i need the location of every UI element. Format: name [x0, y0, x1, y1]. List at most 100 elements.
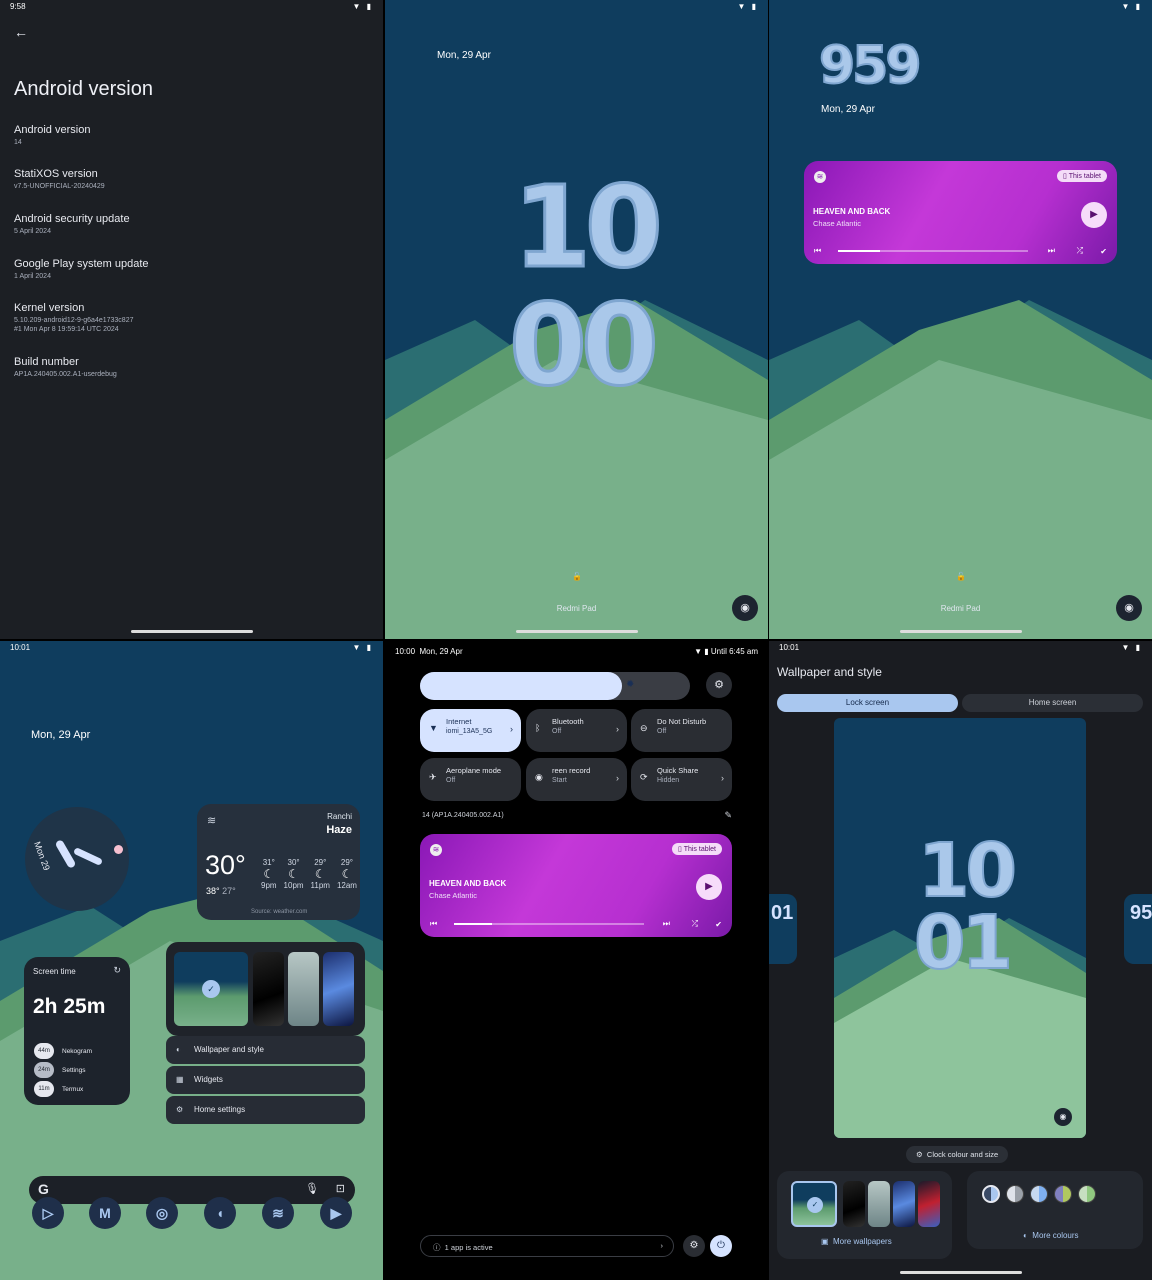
output-chip-label: This tablet — [1068, 173, 1101, 180]
seek-bar-progress — [838, 250, 880, 252]
setting-kernel-version[interactable]: Kernel version 5.10.209-android12-9-g6a4… — [14, 302, 134, 334]
play-store-icon[interactable]: ▷ — [32, 1197, 64, 1229]
android-version-screen: 9:58 ▼ ▮ ← Android version Android versi… — [0, 0, 383, 639]
app-usage-row: 44m Nekogram — [34, 1043, 92, 1059]
tile-do-not-disturb[interactable]: ⊖ Do Not Disturb Off — [631, 709, 732, 752]
palette-icon: ◐ — [1023, 1231, 1028, 1240]
preview-clock-hour: 10 — [917, 828, 1018, 914]
tile-label: Quick Share — [657, 766, 699, 775]
check-icon[interactable]: ✔ — [715, 920, 722, 929]
edit-icon[interactable]: ✎ — [724, 810, 732, 821]
check-icon[interactable]: ✔ — [1100, 247, 1107, 256]
brightness-slider[interactable]: ✹ — [420, 672, 690, 700]
seek-bar[interactable] — [454, 923, 644, 925]
setting-title: StatiXOS version — [14, 168, 98, 180]
wallpaper-thumb[interactable] — [253, 952, 284, 1026]
lock-screen: ▼ ▮ Mon, 29 Apr 10 00 🔓 Redmi Pad ◉ — [385, 0, 768, 639]
chevron-right-icon: › — [721, 773, 724, 783]
more-wallpapers-link[interactable]: ▣ More wallpapers — [821, 1237, 892, 1246]
active-apps-button[interactable]: ⓘ 1 app is active › — [420, 1235, 674, 1257]
colour-swatch[interactable] — [1078, 1185, 1096, 1203]
colour-swatch[interactable] — [1054, 1185, 1072, 1203]
clock-colour-size-button[interactable]: ⚙ Clock colour and size — [906, 1146, 1009, 1163]
tile-label: Internet — [446, 717, 472, 726]
wallpaper-thumb[interactable] — [843, 1181, 865, 1227]
colour-swatch[interactable] — [1006, 1185, 1024, 1203]
lock-screen-preview[interactable]: 10 01 ◉ — [834, 718, 1086, 1138]
seek-bar[interactable] — [838, 250, 1028, 252]
weather-widget[interactable]: ≋ Ranchi Haze 30° 38° 27° 31° ☾ 9pm 30° ☾ 10… — [197, 804, 360, 920]
tile-bluetooth[interactable]: ᛒ Bluetooth Off › — [526, 709, 627, 752]
camera-icon[interactable]: ◉ — [1116, 595, 1142, 621]
youtube-icon[interactable]: ▶ — [320, 1197, 352, 1229]
refresh-icon[interactable]: ↻ — [113, 965, 121, 976]
tile-state: Start — [552, 777, 567, 784]
output-chip[interactable]: ▯ This tablet — [1057, 170, 1107, 182]
widgets-item[interactable]: ▦ Widgets — [166, 1066, 365, 1094]
current-wallpaper-thumb[interactable]: ✓ — [174, 952, 248, 1026]
wallpaper-thumb[interactable] — [893, 1181, 915, 1227]
next-icon[interactable]: ⏭ — [1048, 246, 1055, 256]
output-chip[interactable]: ▯ This tablet — [672, 843, 722, 855]
setting-play-system-update[interactable]: Google Play system update 1 April 2024 — [14, 258, 149, 281]
gmail-icon[interactable]: M — [89, 1197, 121, 1229]
settings-gear-icon[interactable]: ⚙ — [683, 1235, 705, 1257]
current-wallpaper-thumb[interactable]: ✓ — [791, 1181, 837, 1227]
lens-icon[interactable]: ⊡ — [336, 1182, 345, 1195]
build-number[interactable]: 14 (AP1A.240405.002.A1) — [422, 812, 504, 819]
setting-build-number[interactable]: Build number AP1A.240405.002.A1-userdebu… — [14, 356, 117, 379]
media-player-card[interactable]: ≋ ▯ This tablet HEAVEN AND BACK Chase At… — [420, 834, 732, 937]
more-colours-link[interactable]: ◐ More colours — [1023, 1231, 1079, 1240]
screen-time-widget[interactable]: Screen time ↻ 2h 25m 44m Nekogram 24m Sett… — [24, 957, 130, 1105]
wallpaper-and-style-item[interactable]: ◐ Wallpaper and style — [166, 1036, 365, 1064]
gesture-bar[interactable] — [899, 630, 1022, 633]
artist-name: Chase Atlantic — [429, 891, 477, 900]
forecast-temp: 29° — [340, 858, 354, 867]
wallpaper-thumb[interactable] — [918, 1181, 940, 1227]
spotify-icon[interactable]: ≋ — [262, 1197, 294, 1229]
colour-swatch[interactable] — [1030, 1185, 1048, 1203]
clock-style-previous[interactable]: 01 — [769, 894, 797, 964]
chrome-icon[interactable]: ◎ — [146, 1197, 178, 1229]
gesture-bar[interactable] — [899, 1271, 1022, 1274]
app-usage-list: 44m Nekogram 24m Settings 11m Termux — [34, 1043, 92, 1097]
quick-settings-panel: 10:00 Mon, 29 Apr ▼ ▮ Until 6:45 am ✹ ⚙ … — [385, 641, 768, 1280]
tile-screen-record[interactable]: ◉ reen record Start › — [526, 758, 627, 801]
play-button[interactable]: ▶ — [1081, 202, 1107, 228]
nekogram-icon[interactable]: ◖ — [204, 1197, 236, 1229]
auto-brightness-icon[interactable]: ⚙ — [706, 672, 732, 698]
tile-internet[interactable]: ▼ Internet iomi_13A5_5G › — [420, 709, 521, 752]
wallpaper-thumb[interactable] — [323, 952, 354, 1026]
media-player-card[interactable]: ≋ ▯ This tablet HEAVEN AND BACK Chase At… — [804, 161, 1117, 264]
camera-icon[interactable]: ◉ — [732, 595, 758, 621]
gear-icon: ⚙ — [176, 1105, 184, 1114]
setting-security-update[interactable]: Android security update 5 April 2024 — [14, 213, 130, 236]
tab-home-screen[interactable]: Home screen — [962, 694, 1143, 712]
power-icon[interactable]: ⏻ — [710, 1235, 732, 1257]
tile-quick-share[interactable]: ⟳ Quick Share Hidden › — [631, 758, 732, 801]
next-icon[interactable]: ⏭ — [663, 919, 670, 929]
setting-statixos-version[interactable]: StatiXOS version v7.5-UNOFFICIAL-2024042… — [14, 168, 105, 191]
previous-icon[interactable]: ⏮ — [814, 246, 821, 256]
tile-aeroplane-mode[interactable]: ✈ Aeroplane mode Off — [420, 758, 521, 801]
at-a-glance-date[interactable]: Mon, 29 Apr — [31, 729, 90, 741]
moon-icon: ☾ — [314, 867, 326, 881]
wallpaper-thumb[interactable] — [288, 952, 319, 1026]
shuffle-icon[interactable]: ⤮ — [692, 919, 698, 929]
screen-time-total: 2h 25m — [33, 995, 106, 1018]
back-arrow-icon[interactable]: ← — [14, 24, 28, 40]
setting-android-version[interactable]: Android version 14 — [14, 124, 90, 147]
mic-icon[interactable]: 🎙 — [305, 1182, 319, 1195]
clock-style-next[interactable]: 95 — [1124, 894, 1152, 964]
tab-lock-screen[interactable]: Lock screen — [777, 694, 958, 712]
play-button[interactable]: ▶ — [696, 874, 722, 900]
shuffle-icon[interactable]: ⤮ — [1077, 246, 1083, 256]
previous-icon[interactable]: ⏮ — [430, 919, 437, 929]
gesture-bar[interactable] — [130, 630, 253, 633]
wallpaper-thumb[interactable] — [868, 1181, 890, 1227]
analog-clock-widget[interactable]: Mon 29 — [25, 807, 129, 911]
home-settings-item[interactable]: ⚙ Home settings — [166, 1096, 365, 1124]
colour-swatch-selected[interactable] — [982, 1185, 1000, 1203]
search-bar[interactable]: G 🎙 ⊡ — [29, 1176, 355, 1204]
gesture-bar[interactable] — [515, 630, 638, 633]
